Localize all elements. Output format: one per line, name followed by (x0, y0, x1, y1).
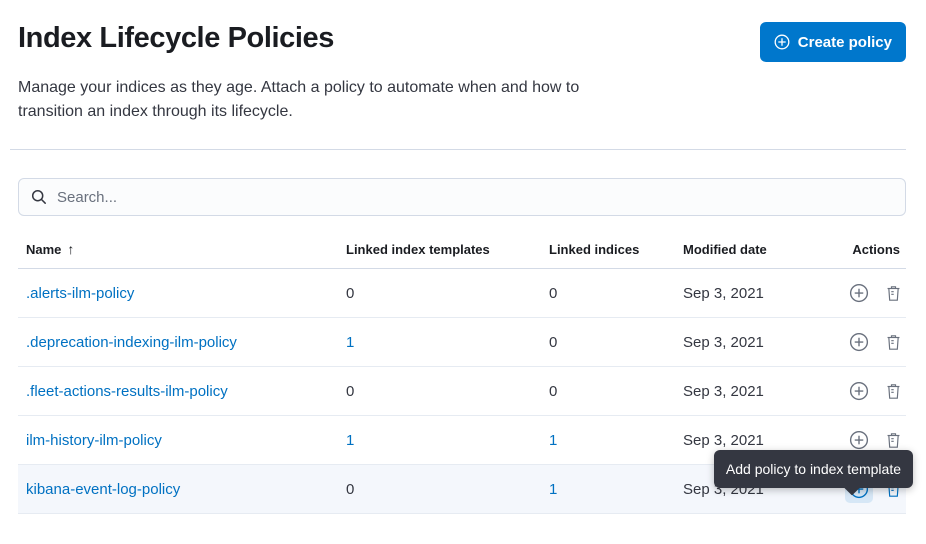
column-header-actions: Actions (845, 242, 906, 257)
delete-policy-button[interactable] (879, 377, 907, 405)
linked-index-templates-count-link[interactable]: 1 (346, 334, 549, 351)
tooltip-text: Add policy to index template (726, 461, 901, 477)
linked-index-templates-count: 0 (346, 383, 549, 400)
row-actions (845, 279, 913, 307)
sort-ascending-icon: ↑ (67, 241, 74, 257)
add-policy-tooltip: Add policy to index template (714, 450, 913, 488)
modified-date: Sep 3, 2021 (683, 334, 845, 351)
table-row: .deprecation-indexing-ilm-policy 1 0 Sep… (18, 318, 906, 367)
page-subtitle: Manage your indices as they age. Attach … (18, 76, 590, 124)
column-header-name[interactable]: Name ↑ (18, 241, 346, 257)
table-row: .fleet-actions-results-ilm-policy 0 0 Se… (18, 367, 906, 416)
row-actions (845, 377, 913, 405)
column-header-linked-indices: Linked indices (549, 242, 683, 257)
header-divider (10, 149, 906, 150)
linked-indices-count: 0 (549, 383, 683, 400)
ilm-policies-page: Index Lifecycle Policies Create policy M… (0, 20, 926, 514)
modified-date: Sep 3, 2021 (683, 383, 845, 400)
policy-name-link[interactable]: .fleet-actions-results-ilm-policy (18, 383, 346, 400)
linked-indices-count-link[interactable]: 1 (549, 432, 683, 449)
policy-name-link[interactable]: kibana-event-log-policy (18, 481, 346, 498)
linked-indices-count-link[interactable]: 1 (549, 481, 683, 498)
linked-indices-count: 0 (549, 334, 683, 351)
column-header-linked-index-templates: Linked index templates (346, 242, 549, 257)
plus-circle-icon (774, 34, 790, 50)
page-title: Index Lifecycle Policies (18, 20, 334, 56)
column-header-name-label: Name (26, 242, 61, 257)
add-policy-to-template-button[interactable] (845, 279, 873, 307)
column-header-modified-date: Modified date (683, 242, 845, 257)
search-input[interactable] (57, 189, 893, 206)
policy-name-link[interactable]: ilm-history-ilm-policy (18, 432, 346, 449)
policy-name-link[interactable]: .alerts-ilm-policy (18, 285, 346, 302)
row-actions (845, 328, 913, 356)
add-policy-to-template-button[interactable] (845, 377, 873, 405)
search-bar[interactable] (18, 178, 906, 216)
page-header: Index Lifecycle Policies Create policy (18, 20, 906, 62)
linked-indices-count: 0 (549, 285, 683, 302)
search-icon (31, 189, 47, 205)
modified-date: Sep 3, 2021 (683, 432, 845, 449)
linked-index-templates-count-link[interactable]: 1 (346, 432, 549, 449)
create-policy-button[interactable]: Create policy (760, 22, 906, 62)
linked-index-templates-count: 0 (346, 481, 549, 498)
linked-index-templates-count: 0 (346, 285, 549, 302)
table-row: .alerts-ilm-policy 0 0 Sep 3, 2021 (18, 269, 906, 318)
delete-policy-button[interactable] (879, 328, 907, 356)
add-policy-to-template-button[interactable] (845, 328, 873, 356)
delete-policy-button[interactable] (879, 279, 907, 307)
policy-name-link[interactable]: .deprecation-indexing-ilm-policy (18, 334, 346, 351)
create-policy-label: Create policy (798, 34, 892, 51)
table-header-row: Name ↑ Linked index templates Linked ind… (18, 241, 906, 269)
modified-date: Sep 3, 2021 (683, 285, 845, 302)
